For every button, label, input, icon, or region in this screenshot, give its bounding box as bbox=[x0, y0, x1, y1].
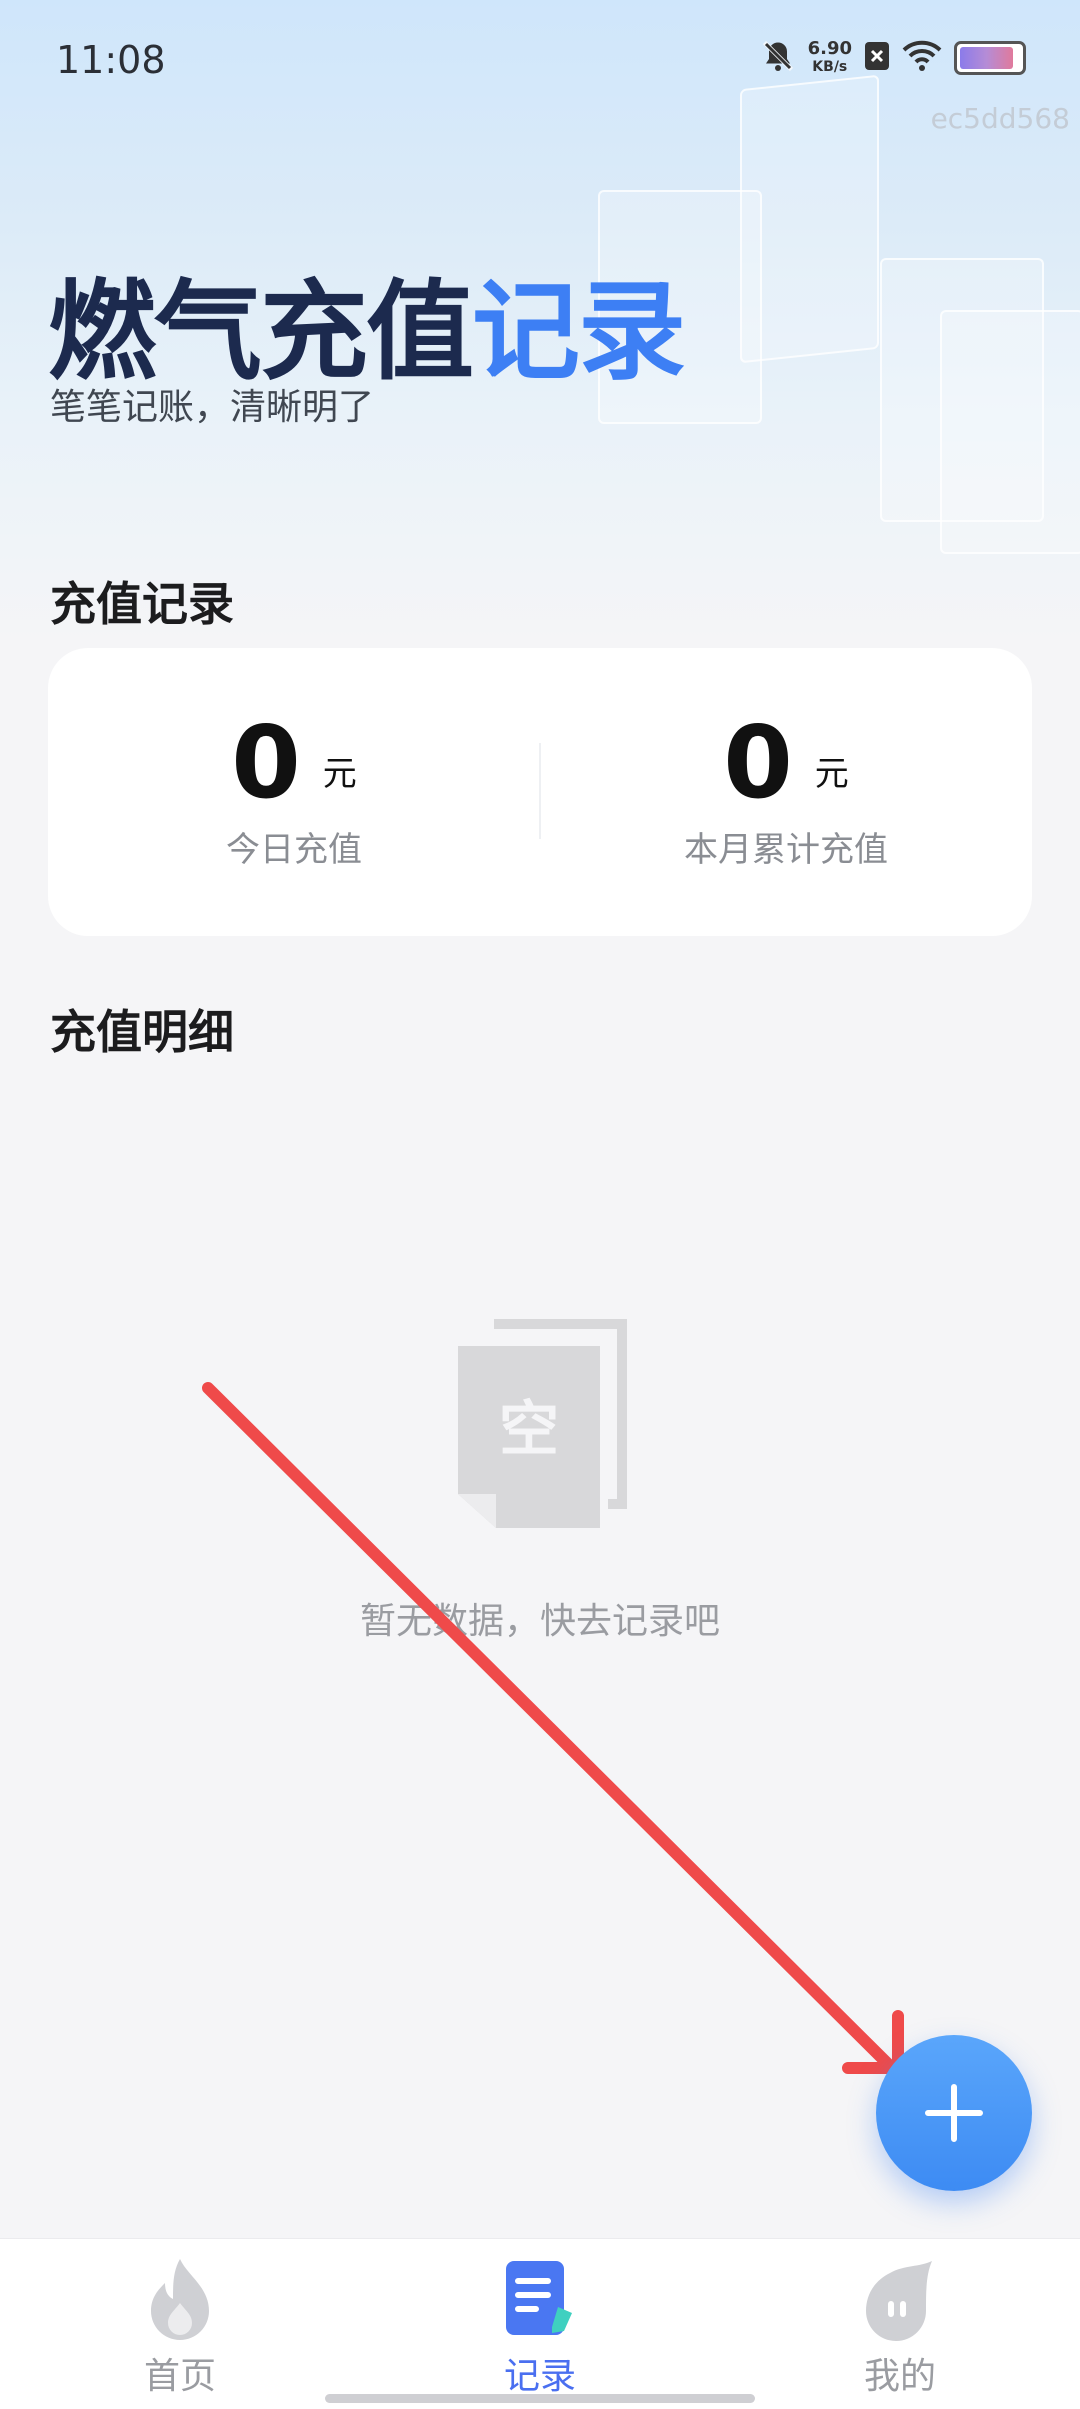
wifi-icon bbox=[902, 40, 942, 76]
tab-profile[interactable]: 我的 bbox=[800, 2251, 1000, 2399]
empty-document-icon: 空 bbox=[458, 1319, 627, 1528]
month-value: 0 bbox=[723, 704, 793, 821]
summary-card: 0元 今日充值 0元 本月累计充值 bbox=[48, 648, 1032, 936]
empty-text: 暂无数据，快去记录吧 bbox=[359, 1601, 720, 1642]
page-subtitle: 笔笔记账，清晰明了 bbox=[50, 387, 375, 428]
mute-bell-icon bbox=[760, 38, 796, 78]
tab-home-label: 首页 bbox=[143, 2356, 216, 2397]
flame-icon bbox=[80, 2251, 280, 2347]
summary-section-title: 充值记录 bbox=[50, 577, 234, 631]
profile-icon bbox=[800, 2251, 1000, 2347]
today-label: 今日充值 bbox=[226, 830, 362, 870]
tab-home[interactable]: 首页 bbox=[80, 2251, 280, 2399]
month-unit: 元 bbox=[814, 754, 849, 794]
status-time: 11:08 bbox=[56, 38, 166, 82]
add-record-button[interactable] bbox=[876, 2035, 1032, 2191]
details-section-title: 充值明细 bbox=[50, 1005, 234, 1059]
month-label: 本月累计充值 bbox=[684, 830, 888, 870]
page-title-accent: 记录 bbox=[472, 270, 686, 395]
today-value: 0 bbox=[231, 704, 301, 821]
empty-icon-glyph: 空 bbox=[499, 1395, 559, 1465]
home-indicator[interactable] bbox=[325, 2394, 755, 2403]
today-stat: 0元 今日充值 bbox=[48, 708, 540, 871]
tab-profile-label: 我的 bbox=[863, 2356, 936, 2397]
net-speed: 6.90 KB/s bbox=[808, 40, 852, 76]
net-speed-value: 6.90 bbox=[807, 38, 852, 59]
record-icon bbox=[440, 2251, 640, 2347]
plus-icon bbox=[925, 2084, 983, 2142]
page-title-main: 燃气充值 bbox=[48, 270, 474, 395]
tab-record[interactable]: 记录 bbox=[440, 2251, 640, 2399]
battery-icon bbox=[954, 41, 1026, 75]
decor-glass-panel bbox=[940, 310, 1080, 554]
today-unit: 元 bbox=[322, 754, 357, 794]
empty-state: 空 暂无数据，快去记录吧 bbox=[0, 1318, 1080, 1644]
status-icons: 6.90 KB/s bbox=[760, 38, 1026, 78]
month-stat: 0元 本月累计充值 bbox=[540, 708, 1032, 871]
bottom-tab-bar: 首页 记录 我的 bbox=[0, 2238, 1080, 2409]
watermark: ec5dd568 bbox=[930, 102, 1070, 135]
no-sim-icon bbox=[864, 41, 890, 75]
net-speed-unit: KB/s bbox=[812, 59, 848, 75]
tab-record-label: 记录 bbox=[503, 2356, 576, 2397]
